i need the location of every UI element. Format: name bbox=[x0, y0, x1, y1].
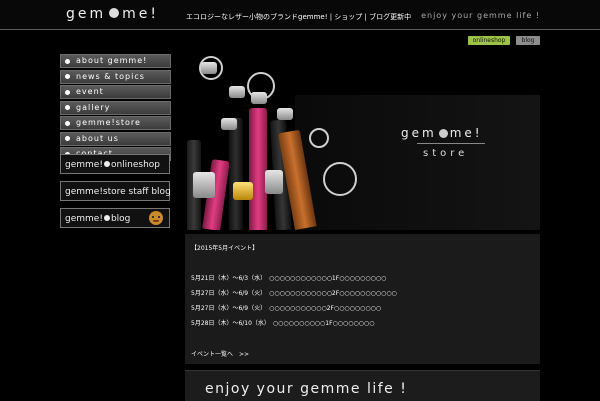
news-item: 5月27日（水）〜6/9（火） ○○○○○○○○○○○2F○○○○○○○○○ bbox=[191, 305, 382, 312]
nav-item-gemme-store[interactable]: gemme!store bbox=[60, 116, 171, 130]
hero-logo-text: me! bbox=[449, 126, 483, 140]
news-item: 5月27日（水）〜6/9（火） ○○○○○○○○○○○○2F○○○○○○○○○○… bbox=[191, 290, 397, 297]
nav-item-gallery[interactable]: gallery bbox=[60, 100, 171, 115]
logo-ball-icon bbox=[438, 129, 448, 138]
footer-banner: enjoy your gemme life ! bbox=[185, 370, 540, 401]
site-header: gem me! エコロジーなレザー小物のブランドgemme! | ショップ | ブ… bbox=[0, 0, 600, 30]
bullet-icon bbox=[65, 105, 70, 110]
news-title: 【2015年5月イベント】 bbox=[191, 245, 259, 252]
hero-store-label: store bbox=[423, 148, 469, 159]
news-item: 5月28日（木）〜6/10（水） ○○○○○○○○○○1F○○○○○○○○ bbox=[191, 320, 375, 327]
nav-item-about-us[interactable]: about us bbox=[60, 131, 171, 146]
blog-button[interactable]: blog bbox=[516, 36, 540, 45]
nav-item-label: event bbox=[76, 87, 104, 96]
tassel-pink bbox=[249, 108, 267, 230]
tassel-cap bbox=[277, 108, 293, 120]
banner-text: gemme! bbox=[65, 160, 103, 170]
nav-item-label: gallery bbox=[76, 102, 111, 112]
banner-text: gemme! bbox=[65, 214, 103, 224]
logo-text-left: gem bbox=[66, 6, 107, 22]
nav-item-label: news & topics bbox=[76, 71, 145, 81]
news-more-link[interactable]: イベント一覧へ >> bbox=[191, 349, 249, 358]
news-panel: 【2015年5月イベント】 5月21日（木）〜6/3（水） ○○○○○○○○○○… bbox=[185, 234, 540, 364]
footer-tagline: enjoy your gemme life ! bbox=[205, 381, 408, 397]
tassel-black bbox=[229, 118, 243, 230]
hero-logo-text: gem bbox=[401, 126, 437, 140]
hero-backdrop bbox=[295, 95, 540, 230]
hero-divider bbox=[417, 143, 485, 144]
logo-ball-icon bbox=[103, 161, 110, 167]
header-tagline: enjoy your gemme life ! bbox=[421, 11, 540, 20]
nav-item-event[interactable]: event bbox=[60, 85, 171, 99]
banner-text: blog bbox=[110, 214, 131, 224]
logo-ball-icon bbox=[103, 215, 110, 221]
logo-text-right: me! bbox=[122, 6, 160, 22]
staff-blog-banner[interactable]: gemme!store staff blog bbox=[60, 181, 171, 201]
nav-item-news-topics[interactable]: news & topics bbox=[60, 69, 171, 84]
hero-image: gem me! store bbox=[185, 54, 540, 230]
onlineshop-banner[interactable]: gemme! onlineshop bbox=[60, 154, 170, 174]
key-ring-icon bbox=[323, 162, 357, 196]
key-ring-icon bbox=[309, 128, 329, 148]
hero-logo: gem me! bbox=[401, 126, 483, 140]
tassel-cap bbox=[251, 92, 267, 104]
nav-item-label: about us bbox=[76, 133, 119, 143]
nav-item-label: gemme!store bbox=[76, 118, 141, 127]
bullet-icon bbox=[65, 74, 70, 79]
logo-ball-icon bbox=[109, 8, 120, 18]
bullet-icon bbox=[65, 136, 70, 141]
blog-banner[interactable]: gemme! blog bbox=[60, 208, 170, 228]
sidebar-nav: about gemme! news & topics event gallery… bbox=[60, 54, 171, 163]
bullet-icon bbox=[65, 89, 70, 95]
mascot-face-icon bbox=[149, 211, 163, 225]
bullet-icon bbox=[65, 58, 70, 64]
tassel-cap bbox=[221, 118, 237, 130]
header-description: エコロジーなレザー小物のブランドgemme! | ショップ | ブログ更新中 bbox=[186, 13, 412, 21]
tassel-cap bbox=[229, 86, 245, 98]
news-item: 5月21日（木）〜6/3（水） ○○○○○○○○○○○○1F○○○○○○○○○ bbox=[191, 275, 387, 282]
banner-text: onlineshop bbox=[110, 160, 161, 170]
bullet-icon bbox=[65, 120, 70, 126]
tassel-cap bbox=[201, 62, 217, 74]
crown-charm bbox=[193, 172, 215, 198]
crown-charm bbox=[233, 182, 253, 200]
site-logo[interactable]: gem me! bbox=[66, 6, 159, 22]
crown-charm bbox=[265, 170, 283, 194]
onlineshop-button[interactable]: onlineshop bbox=[468, 36, 510, 45]
nav-item-label: about gemme! bbox=[76, 56, 148, 65]
nav-item-about-gemme[interactable]: about gemme! bbox=[60, 54, 171, 68]
